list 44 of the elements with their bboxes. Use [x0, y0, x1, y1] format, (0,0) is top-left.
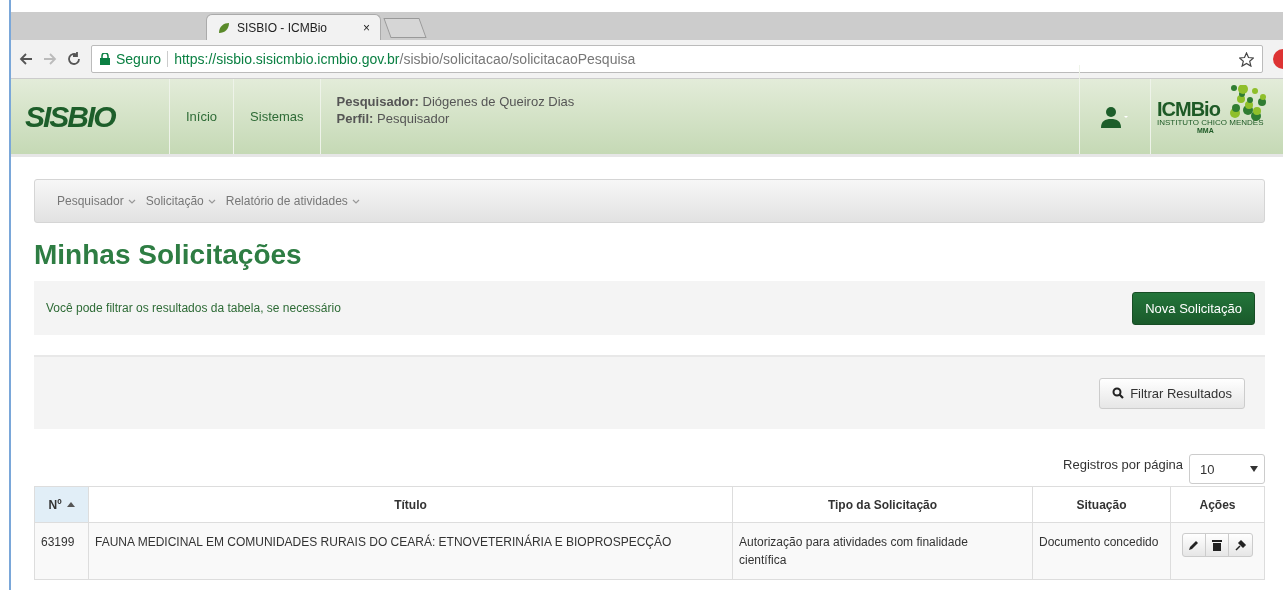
- pencil-icon: [1188, 539, 1200, 551]
- page-title: Minhas Solicitações: [34, 239, 303, 271]
- address-bar[interactable]: Seguro https://sisbio.sisicmbio.icmbio.gov.br/sisbio/solicitacao/solicitacaoPesquisa: [91, 45, 1263, 73]
- page-size-label: Registros por página: [1063, 456, 1183, 472]
- chevron-icon: [207, 198, 216, 204]
- reload-icon[interactable]: [67, 52, 81, 66]
- column-header[interactable]: Ações: [1170, 486, 1265, 523]
- chevron-icon: [127, 198, 136, 204]
- table-cell: Documento concedido: [1032, 522, 1171, 580]
- profile-info: Perfil: Pesquisador: [336, 110, 450, 126]
- lock-icon: [100, 53, 110, 65]
- page-size-select[interactable]: 10: [1189, 454, 1265, 484]
- header-nav-link[interactable]: Sistemas: [250, 109, 304, 124]
- column-header[interactable]: Título: [88, 486, 733, 523]
- star-icon[interactable]: [1239, 51, 1254, 67]
- filter-button[interactable]: Filtrar Resultados: [1099, 377, 1245, 409]
- sisbio-logo[interactable]: SISBIO: [11, 79, 170, 154]
- url-text: https://sisbio.sisicmbio.icmbio.gov.br/sisbio/solicitacao/solicitacaoPesquisa: [174, 51, 636, 67]
- researcher-info: Pesquisador: Diógenes de Queiroz Dias: [336, 93, 575, 109]
- browser-tab[interactable]: SISBIO - ICMBio ×: [206, 14, 381, 40]
- column-header[interactable]: Tipo da Solicitação: [732, 486, 1033, 523]
- tab-close[interactable]: ×: [363, 20, 370, 35]
- secure-label: Seguro: [116, 51, 162, 67]
- leaf-icon: [217, 20, 231, 35]
- dropdown-arrow-icon: [1250, 466, 1258, 472]
- column-header[interactable]: Nº: [34, 486, 89, 523]
- back-icon[interactable]: [19, 52, 33, 66]
- chevron-icon: [351, 198, 360, 204]
- menu-item[interactable]: Pesquisador: [57, 194, 136, 208]
- search-icon: [1112, 387, 1125, 399]
- menu-item[interactable]: Solicitação: [145, 194, 216, 208]
- header-nav-link[interactable]: Início: [186, 109, 218, 124]
- table-cell: FAUNA MEDICINAL EM COMUNIDADES RURAIS DO CEARÁ: ETNOVETERINÁRIA E BIOPROSPECÇÃO: [88, 522, 733, 580]
- extension-icon[interactable]: [1273, 49, 1283, 69]
- info-text: Você pode filtrar os resultados da tabela, se necessário: [46, 301, 341, 315]
- new-request-button[interactable]: Nova Solicitação: [1132, 291, 1255, 325]
- menu-item[interactable]: Relatório de atividades: [225, 194, 360, 208]
- table-cell: Autorização para atividades com finalidade científica: [732, 522, 1033, 580]
- column-header[interactable]: Situação: [1032, 486, 1171, 523]
- sort-icon: [66, 502, 75, 507]
- trash-icon: [1212, 539, 1222, 551]
- user-icon[interactable]: [1101, 105, 1129, 128]
- tab-title: SISBIO - ICMBio: [237, 20, 329, 35]
- table-cell: 63199: [34, 522, 89, 580]
